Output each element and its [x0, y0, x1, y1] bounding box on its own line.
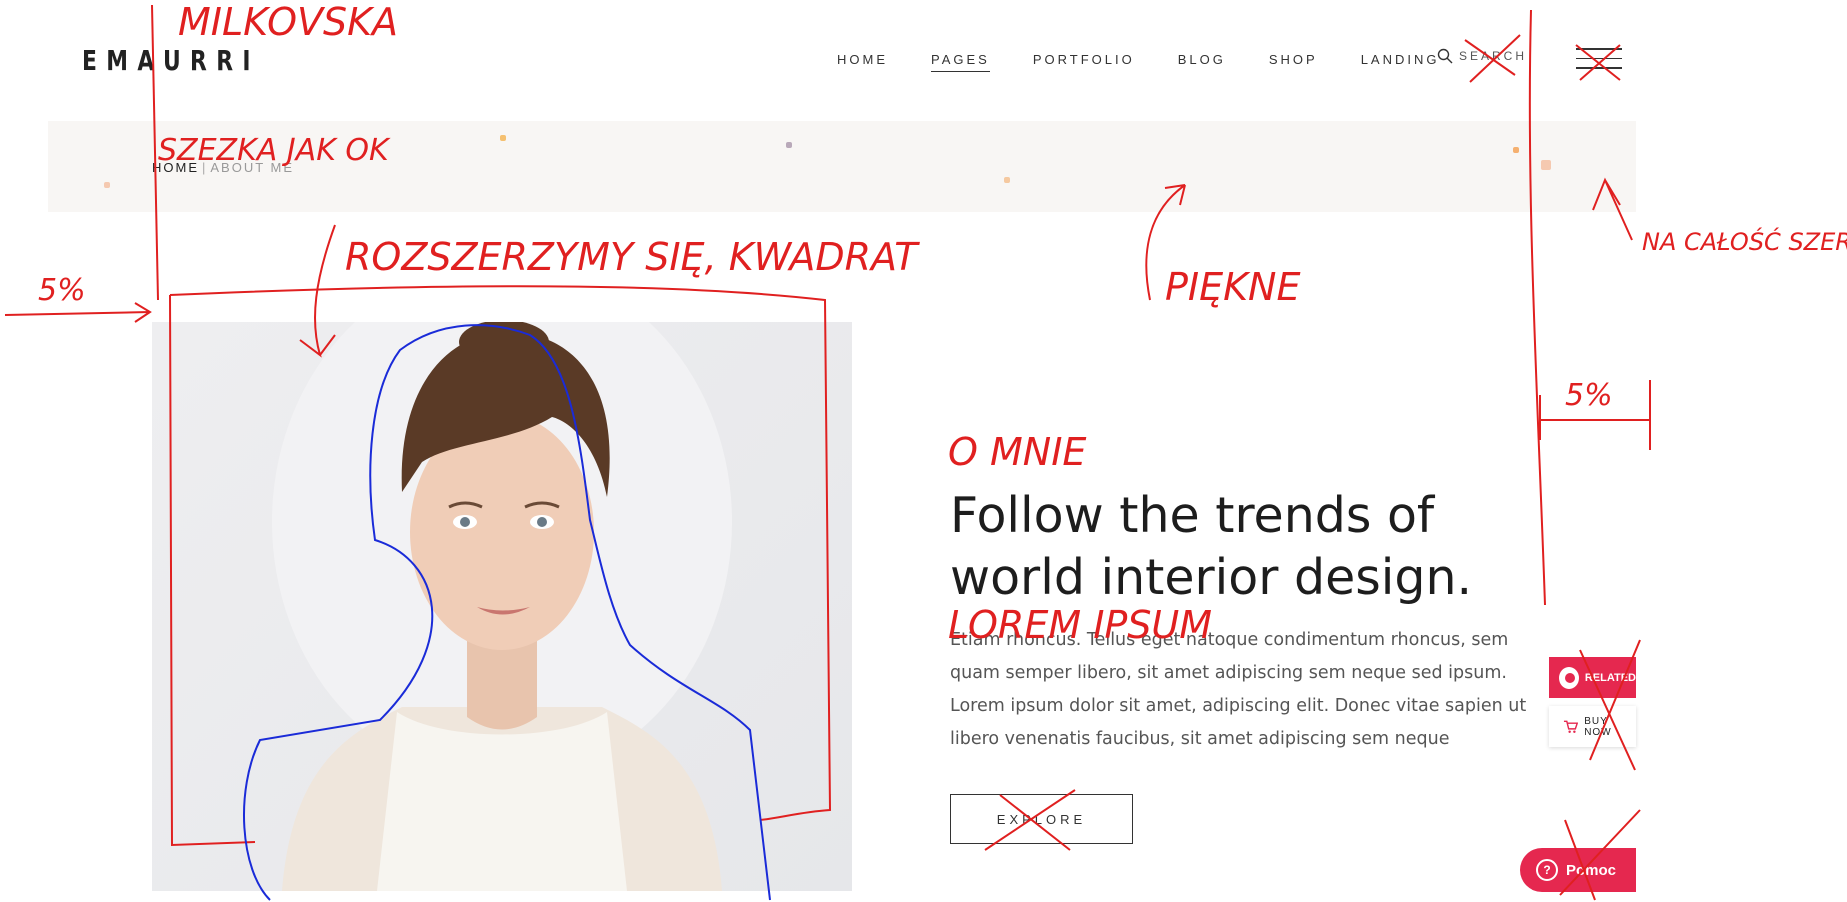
breadcrumb-current: ABOUT ME	[210, 160, 295, 175]
help-button[interactable]: ? Pomoc	[1520, 848, 1636, 892]
search-button[interactable]: SEARCH	[1437, 48, 1527, 64]
hero-heading: Follow the trends of world interior desi…	[950, 485, 1570, 609]
search-icon	[1437, 48, 1453, 64]
nav-item-pages[interactable]: PAGES	[931, 52, 990, 72]
portrait-photo	[152, 322, 852, 891]
confetti-dot	[786, 142, 792, 148]
confetti-dot	[1004, 177, 1010, 183]
confetti-dot	[104, 182, 110, 188]
search-label: SEARCH	[1459, 49, 1528, 63]
annotation-arrow	[1539, 380, 1651, 450]
hero-heading-line1: Follow the trends of	[950, 487, 1435, 544]
nav-item-landing[interactable]: LANDING	[1361, 52, 1440, 72]
buy-now-button[interactable]: BUY NOW	[1549, 706, 1636, 747]
breadcrumb-separator: |	[202, 160, 208, 175]
hero-heading-line2: world interior design.	[950, 549, 1473, 606]
annotation-arrow	[4, 302, 152, 323]
help-label: Pomoc	[1566, 861, 1617, 879]
annotation-text: 5%	[38, 273, 86, 308]
annotation-text: MILKOVSKA	[178, 0, 398, 44]
explore-button[interactable]: EXPLORE	[950, 794, 1133, 844]
nav-item-portfolio[interactable]: PORTFOLIO	[1033, 52, 1135, 72]
annotation-text: NA CAŁOŚĆ SZEROKOŚĆ W 100%	[1642, 226, 1847, 256]
buy-now-label: BUY NOW	[1584, 715, 1612, 738]
help-icon: ?	[1536, 859, 1558, 881]
related-icon	[1559, 666, 1579, 689]
confetti-dot	[1541, 160, 1551, 170]
hero-body-text: Etiam rhoncus. Tellus eget natoque condi…	[950, 630, 1527, 749]
nav-item-blog[interactable]: BLOG	[1178, 52, 1226, 72]
annotation-text: O MNIE	[948, 430, 1086, 474]
site-logo[interactable]: EMAURRI	[82, 44, 260, 77]
annotation-text: PIĘKNE	[1165, 265, 1301, 309]
menu-hamburger-icon[interactable]	[1576, 48, 1622, 76]
nav-item-home[interactable]: HOME	[837, 52, 888, 72]
annotation-text: 5%	[1565, 378, 1613, 413]
breadcrumb-home[interactable]: HOME	[152, 160, 199, 175]
related-label: RELATED	[1584, 671, 1636, 684]
confetti-dot	[1513, 147, 1519, 153]
portrait-illustration	[272, 322, 732, 891]
confetti-dot	[500, 135, 506, 141]
cart-icon	[1563, 720, 1579, 733]
nav-item-shop[interactable]: SHOP	[1269, 52, 1318, 72]
related-button[interactable]: RELATED	[1549, 657, 1636, 698]
breadcrumb: HOME | ABOUT ME	[152, 160, 294, 175]
annotation-text: ROZSZERZYMY SIĘ, KWADRAT	[345, 235, 920, 279]
main-nav: HOME PAGES PORTFOLIO BLOG SHOP LANDING	[837, 52, 1483, 72]
